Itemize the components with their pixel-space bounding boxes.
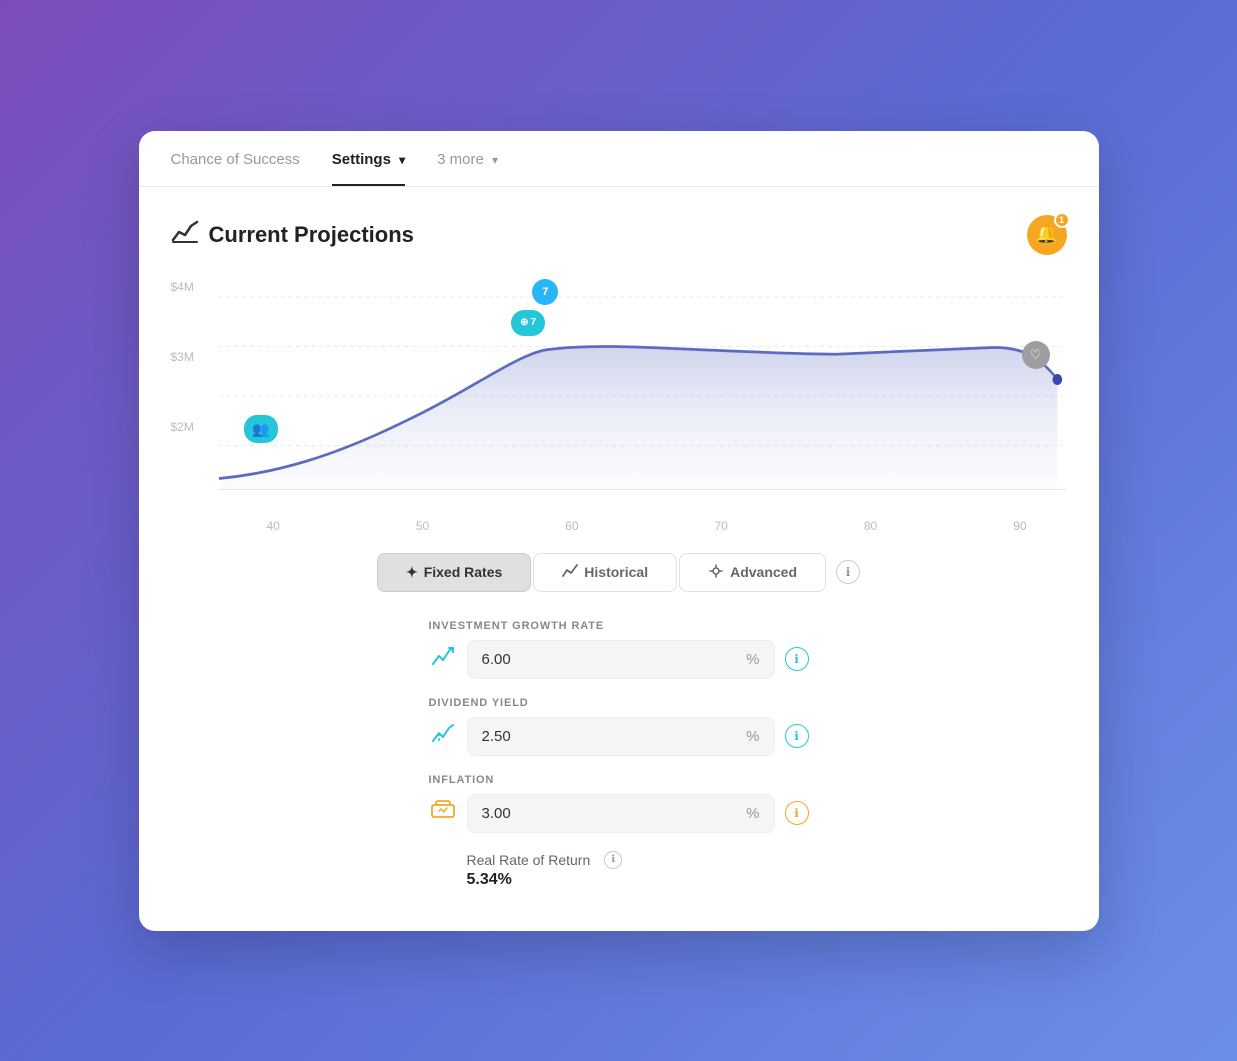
notification-button[interactable]: 🔔 1 xyxy=(1027,215,1067,255)
rate-tabs: ✦ Fixed Rates Historical Advanced ℹ xyxy=(171,553,1067,592)
marker-heart: ♡ xyxy=(1022,341,1050,369)
fixed-rates-icon: ✦ xyxy=(406,564,418,581)
inflation-icon xyxy=(429,800,457,826)
inflation-input[interactable] xyxy=(482,805,747,822)
x-label-60: 60 xyxy=(565,519,578,533)
field-group-growth: INVESTMENT GROWTH RATE % ℹ xyxy=(429,620,809,679)
real-rate-section: Real Rate of Return ℹ 5.34% xyxy=(429,851,809,889)
x-label-40: 40 xyxy=(267,519,280,533)
content-area: Current Projections 🔔 1 $4M $3M $2M xyxy=(139,187,1099,925)
dividend-yield-info[interactable]: ℹ xyxy=(785,724,809,748)
x-label-90: 90 xyxy=(1013,519,1026,533)
growth-rate-icon xyxy=(429,646,457,672)
growth-rate-label: INVESTMENT GROWTH RATE xyxy=(429,620,809,632)
dividend-yield-icon xyxy=(429,723,457,749)
marker-person: 👥 xyxy=(244,415,278,443)
historical-icon xyxy=(562,564,578,581)
dividend-yield-input[interactable] xyxy=(482,728,747,745)
dividend-yield-suffix: % xyxy=(746,728,759,745)
inflation-input-wrap[interactable]: % xyxy=(467,794,775,833)
rate-info-button[interactable]: ℹ xyxy=(836,560,860,584)
projections-icon xyxy=(171,220,199,250)
real-rate-value: 5.34% xyxy=(467,871,809,889)
chart-x-labels: 40 50 60 70 80 90 xyxy=(219,511,1067,533)
x-label-70: 70 xyxy=(714,519,727,533)
chart-container: $4M $3M $2M xyxy=(219,275,1067,495)
rate-tab-advanced[interactable]: Advanced xyxy=(679,553,826,592)
y-label-3m: $3M xyxy=(171,350,211,364)
chart-svg xyxy=(219,275,1067,495)
dividend-yield-row: % ℹ xyxy=(429,717,809,756)
marker-teal-pair: ⊕7 xyxy=(511,310,545,336)
notification-badge: 1 xyxy=(1054,212,1070,228)
field-group-dividend: DIVIDEND YIELD % ℹ xyxy=(429,697,809,756)
inflation-suffix: % xyxy=(746,805,759,822)
tab-settings[interactable]: Settings ▾ xyxy=(332,131,405,186)
growth-rate-suffix: % xyxy=(746,651,759,668)
settings-chevron-icon: ▾ xyxy=(399,153,405,167)
y-label-2m: $2M xyxy=(171,420,211,434)
x-label-50: 50 xyxy=(416,519,429,533)
dividend-yield-label: DIVIDEND YIELD xyxy=(429,697,809,709)
growth-rate-row: % ℹ xyxy=(429,640,809,679)
x-label-80: 80 xyxy=(864,519,877,533)
form-section: INVESTMENT GROWTH RATE % ℹ DIVIDEND YIEL… xyxy=(429,620,809,889)
real-rate-label: Real Rate of Return ℹ xyxy=(467,851,809,869)
section-header: Current Projections 🔔 1 xyxy=(171,215,1067,255)
dividend-yield-input-wrap[interactable]: % xyxy=(467,717,775,756)
tab-chance-of-success[interactable]: Chance of Success xyxy=(171,131,300,186)
section-title: Current Projections xyxy=(171,220,414,250)
field-group-inflation: INFLATION % ℹ xyxy=(429,774,809,833)
main-card: Chance of Success Settings ▾ 3 more ▾ Cu… xyxy=(139,131,1099,931)
growth-rate-input[interactable] xyxy=(482,651,747,668)
inflation-label: INFLATION xyxy=(429,774,809,786)
tab-more[interactable]: 3 more ▾ xyxy=(437,131,498,186)
real-rate-info[interactable]: ℹ xyxy=(604,851,622,869)
growth-rate-input-wrap[interactable]: % xyxy=(467,640,775,679)
tab-bar: Chance of Success Settings ▾ 3 more ▾ xyxy=(139,131,1099,187)
advanced-icon xyxy=(708,564,724,581)
marker-7-blue: 7 xyxy=(532,279,558,305)
inflation-row: % ℹ xyxy=(429,794,809,833)
rate-tab-historical[interactable]: Historical xyxy=(533,553,677,592)
y-label-4m: $4M xyxy=(171,280,211,294)
rate-tab-fixed[interactable]: ✦ Fixed Rates xyxy=(377,553,531,592)
more-chevron-icon: ▾ xyxy=(492,153,498,167)
growth-rate-info[interactable]: ℹ xyxy=(785,647,809,671)
inflation-info[interactable]: ℹ xyxy=(785,801,809,825)
